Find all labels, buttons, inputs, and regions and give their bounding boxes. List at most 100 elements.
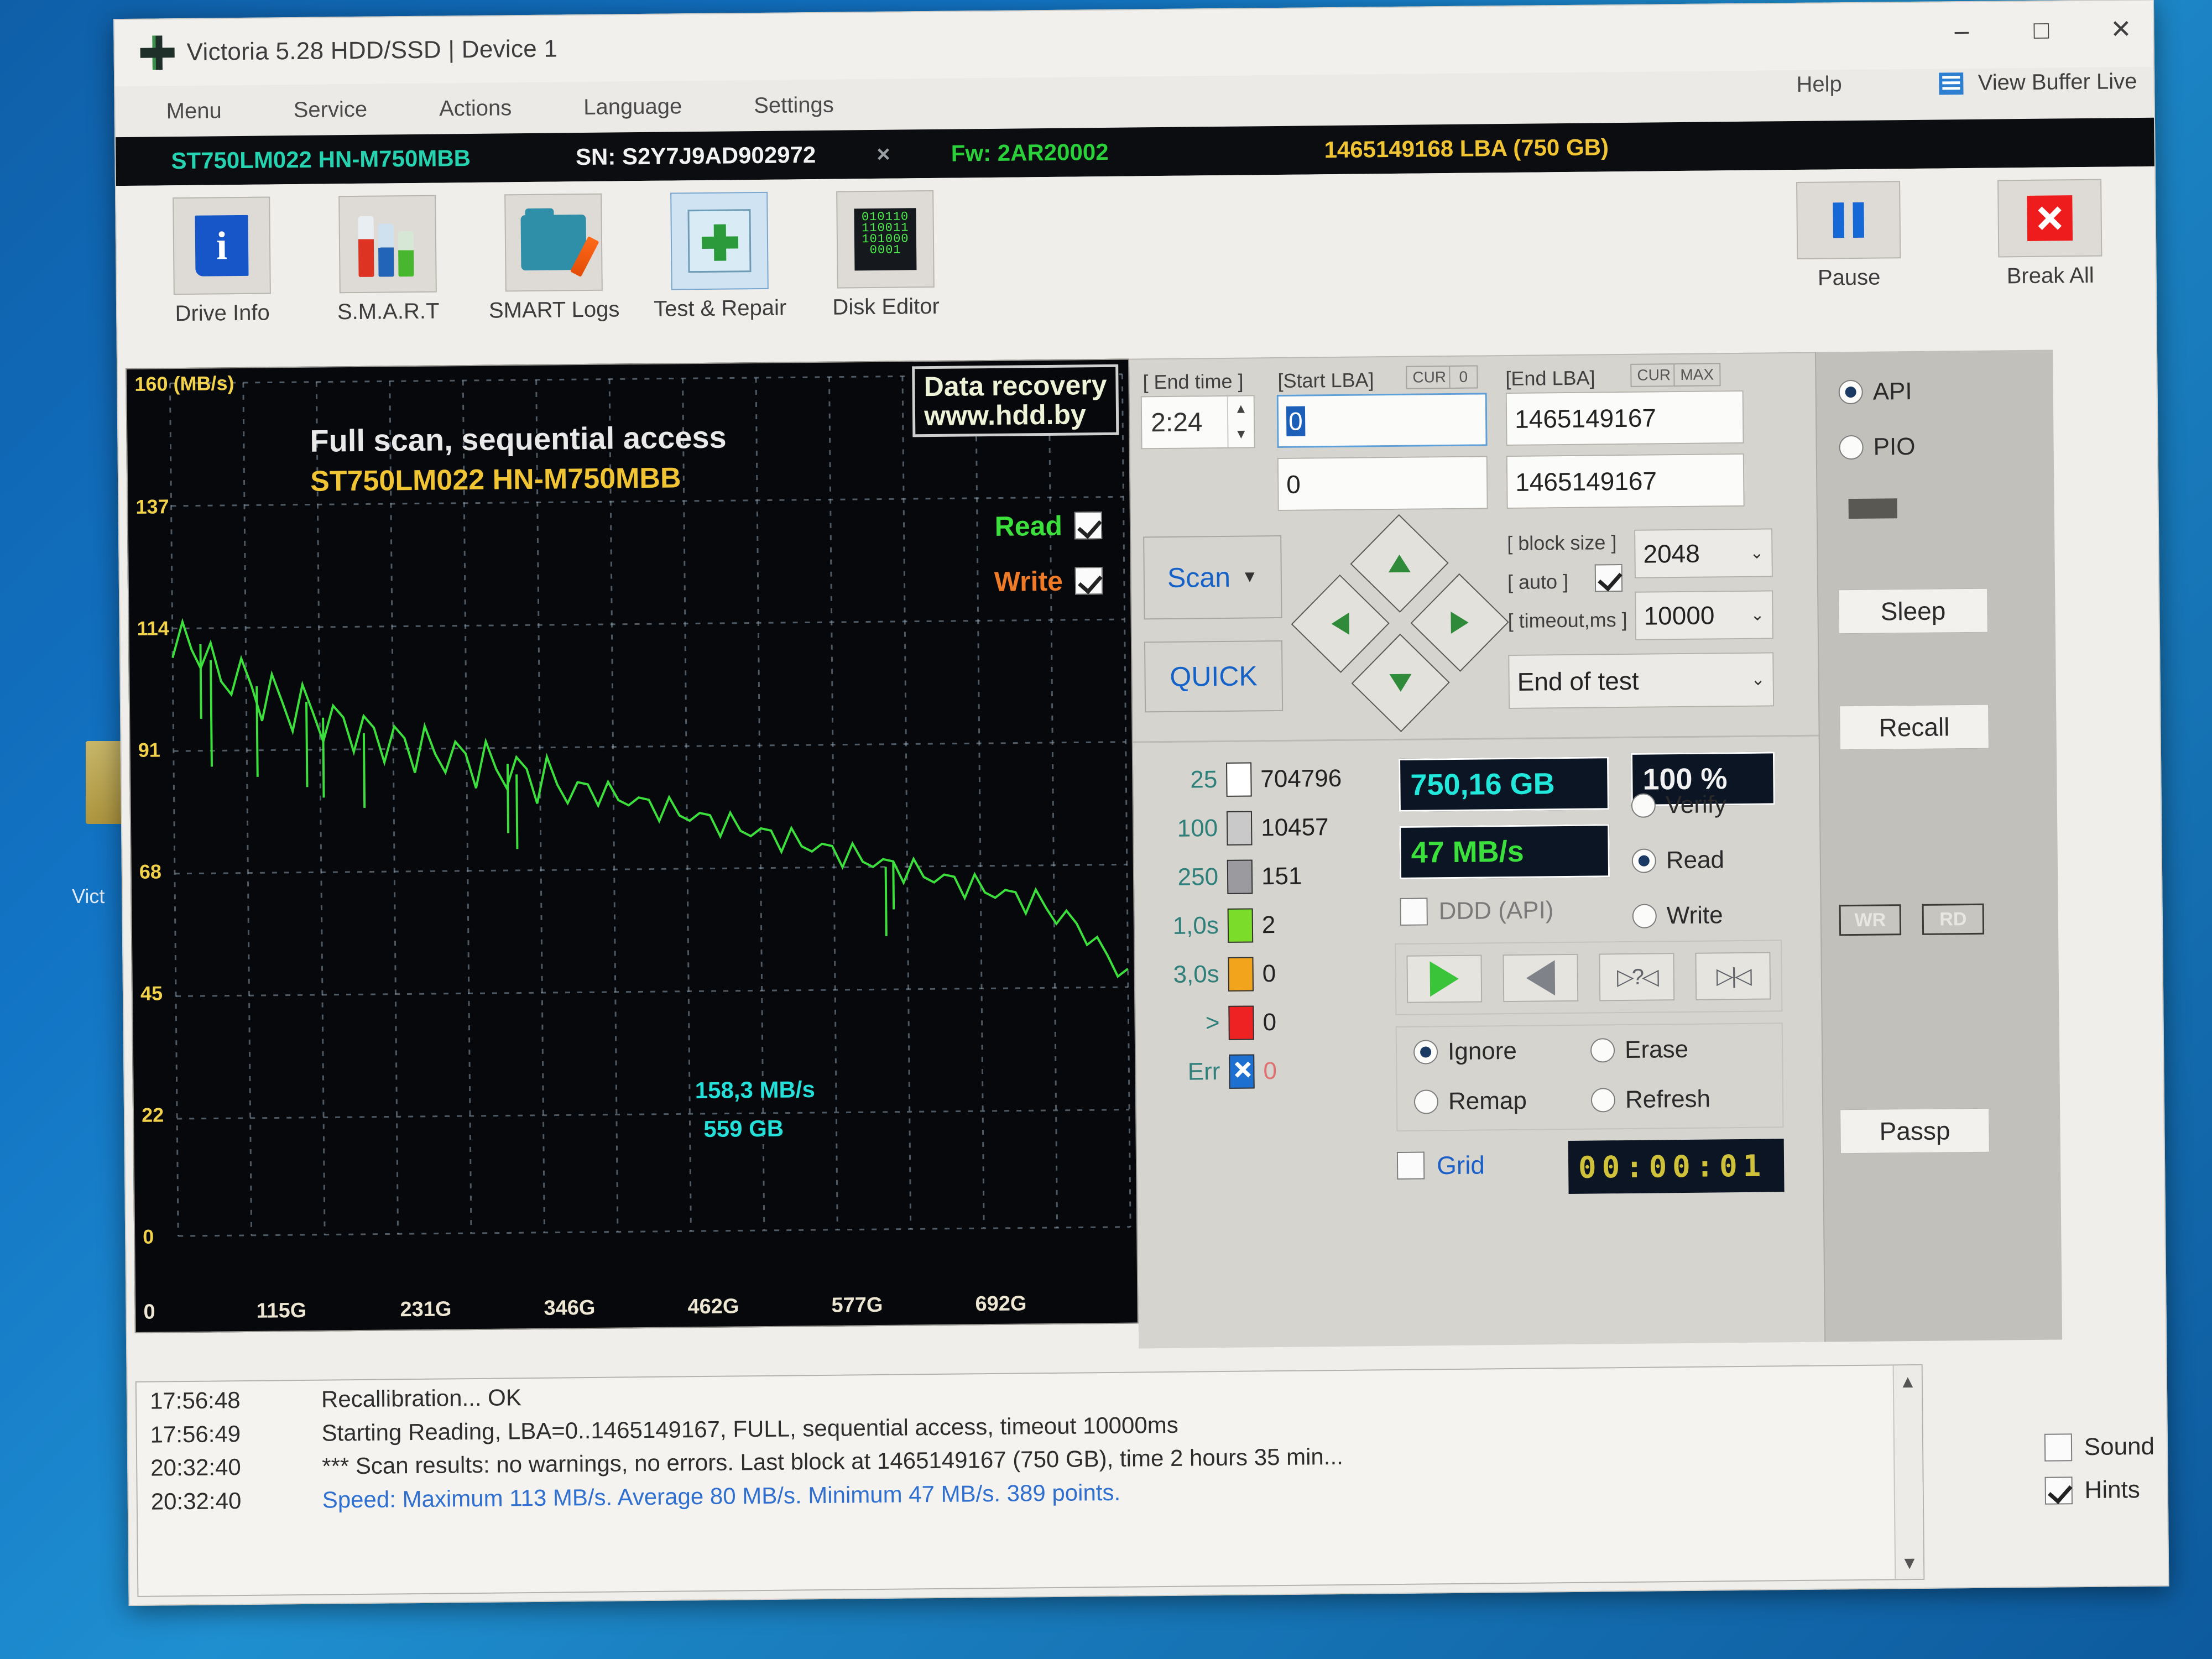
action-remap-label: Remap: [1448, 1087, 1527, 1115]
toolbar-button-smart[interactable]: S.M.A.R.T: [304, 195, 471, 325]
spinner-up-icon[interactable]: ▲: [1228, 396, 1254, 421]
sound-toggle-row[interactable]: Sound: [2044, 1433, 2155, 1462]
write-label: Write: [994, 565, 1063, 597]
scroll-down-icon[interactable]: ▼: [1896, 1549, 1923, 1577]
toolbar-label-test-repair: Test & Repair: [653, 295, 787, 321]
sound-label: Sound: [2084, 1432, 2155, 1461]
dpad-down-button[interactable]: [1351, 633, 1450, 732]
legend-key: 25: [1190, 766, 1218, 794]
recall-button[interactable]: Recall: [1839, 704, 1989, 750]
skip-end-button[interactable]: ▷|◁: [1695, 952, 1771, 1000]
toolbar-button-disk-editor[interactable]: 010110 110011 101000 0001 Disk Editor: [802, 190, 969, 320]
sleep-button[interactable]: Sleep: [1838, 588, 1988, 634]
menu-item-language[interactable]: Language: [583, 94, 682, 120]
legend-swatch: [1226, 762, 1252, 797]
pio-radio-row[interactable]: PIO: [1839, 433, 1916, 461]
toolbar-button-pause[interactable]: Pause: [1765, 181, 1932, 291]
dpad-right-button[interactable]: [1410, 573, 1509, 672]
scan-button[interactable]: Scan ▼: [1143, 535, 1282, 620]
maximize-button[interactable]: □: [2023, 14, 2059, 45]
passp-button[interactable]: Passp: [1840, 1108, 1990, 1154]
minimize-button[interactable]: –: [1944, 15, 1980, 46]
log-scrollbar[interactable]: ▲ ▼: [1892, 1365, 1924, 1579]
menu-item-settings[interactable]: Settings: [754, 92, 834, 118]
grid-checkbox[interactable]: [1396, 1151, 1425, 1180]
scroll-up-icon[interactable]: ▲: [1894, 1368, 1922, 1395]
api-radio[interactable]: [1838, 379, 1863, 405]
rewind-button[interactable]: [1503, 953, 1579, 1003]
view-buffer-live-link[interactable]: View Buffer Live: [1978, 69, 2137, 96]
seek-question-button[interactable]: ▷?◁: [1599, 953, 1675, 1001]
grid-toggle-row[interactable]: Grid: [1396, 1150, 1485, 1181]
toolbar-button-break-all[interactable]: Break All: [1966, 179, 2133, 289]
timeout-select[interactable]: 10000 ⌄: [1635, 590, 1773, 640]
hints-checkbox[interactable]: [2044, 1477, 2073, 1505]
dpad-left-button[interactable]: [1291, 574, 1390, 674]
end-time-spinner[interactable]: ▲ ▼: [1227, 396, 1254, 447]
main-toolbar: Drive Info S.M.A.R.T SMART Logs Test & R…: [116, 166, 2156, 369]
scan-graph[interactable]: 160 (MB/s) 137 114 91 68 45 22 0 0 115G …: [126, 358, 1139, 1333]
end-time-field[interactable]: 2:24 ▲ ▼: [1140, 395, 1255, 450]
hints-toggle-row[interactable]: Hints: [2044, 1476, 2155, 1505]
legend-count: 0: [1262, 1009, 1277, 1036]
write-checkbox[interactable]: [1074, 567, 1103, 595]
start-lba-zero-button[interactable]: 0: [1449, 365, 1478, 389]
menu-item-service[interactable]: Service: [294, 97, 368, 122]
start-lba-secondary-input[interactable]: 0: [1277, 456, 1488, 511]
legend-row: 100 10457: [1146, 810, 1395, 846]
write-toggle-row[interactable]: Write: [994, 565, 1103, 598]
menu-item-help[interactable]: Help: [1796, 72, 1842, 97]
read-checkbox[interactable]: [1074, 512, 1103, 540]
action-remap-row[interactable]: Remap: [1413, 1087, 1527, 1116]
pio-radio[interactable]: [1839, 435, 1864, 460]
footer-options: Sound Hints: [2044, 1433, 2156, 1520]
dpad-up-button[interactable]: [1350, 514, 1449, 613]
mode-verify-radio[interactable]: [1631, 793, 1656, 818]
end-lba-secondary-input[interactable]: 1465149167: [1506, 453, 1745, 509]
action-refresh-radio[interactable]: [1590, 1088, 1616, 1113]
action-ignore-radio[interactable]: [1413, 1040, 1438, 1065]
block-size-select[interactable]: 2048 ⌄: [1634, 528, 1773, 578]
ddd-api-checkbox[interactable]: [1400, 898, 1428, 926]
start-lba-cur-button[interactable]: CUR: [1406, 365, 1453, 389]
x-axis-tick-231g: 231G: [400, 1297, 452, 1322]
legend-row: 25 704796: [1145, 761, 1395, 797]
action-refresh-row[interactable]: Refresh: [1590, 1086, 1711, 1114]
action-erase-radio[interactable]: [1590, 1038, 1615, 1063]
end-of-test-select[interactable]: End of test ⌄: [1508, 652, 1775, 709]
y-axis-tick-68: 68: [139, 860, 162, 883]
close-button[interactable]: ✕: [2103, 14, 2139, 44]
chevron-down-icon: ▼: [1241, 567, 1258, 586]
mode-verify-radio-row[interactable]: Verify: [1631, 791, 1727, 820]
start-lba-input[interactable]: 0: [1276, 393, 1488, 448]
api-radio-row[interactable]: API: [1838, 378, 1912, 406]
navigation-dpad[interactable]: [1291, 514, 1509, 732]
quick-button[interactable]: QUICK: [1144, 640, 1284, 713]
spinner-down-icon[interactable]: ▼: [1228, 421, 1254, 447]
log-panel[interactable]: 17:56:48 Recallibration... OK 17:56:49 S…: [135, 1364, 1925, 1597]
end-lba-max-button[interactable]: MAX: [1673, 363, 1721, 387]
mode-write-radio-row[interactable]: Write: [1632, 901, 1723, 930]
action-ignore-row[interactable]: Ignore: [1413, 1037, 1517, 1066]
menu-item-actions[interactable]: Actions: [439, 96, 512, 121]
toolbar-button-drive-info[interactable]: Drive Info: [138, 196, 305, 327]
legend-row: Err 0: [1148, 1053, 1397, 1089]
ddd-api-row[interactable]: DDD (API): [1400, 896, 1554, 926]
end-lba-cur-button[interactable]: CUR: [1630, 363, 1678, 387]
toolbar-button-test-repair[interactable]: Test & Repair: [636, 191, 803, 322]
log-list: 17:56:48 Recallibration... OK 17:56:49 S…: [137, 1365, 1895, 1595]
auto-checkbox[interactable]: [1594, 564, 1623, 592]
end-lba-input[interactable]: 1465149167: [1505, 390, 1744, 446]
action-remap-radio[interactable]: [1413, 1089, 1439, 1114]
legend-count: 0: [1262, 960, 1276, 988]
mode-read-radio-row[interactable]: Read: [1631, 846, 1725, 875]
mode-read-radio[interactable]: [1631, 848, 1657, 873]
mode-write-radio[interactable]: [1632, 904, 1657, 928]
toolbar-button-smart-logs[interactable]: SMART Logs: [470, 193, 637, 324]
sound-checkbox[interactable]: [2044, 1433, 2073, 1462]
start-lba-input-value: 0: [1286, 406, 1306, 436]
action-erase-row[interactable]: Erase: [1590, 1036, 1688, 1065]
play-button[interactable]: [1406, 954, 1483, 1003]
menu-item-menu[interactable]: Menu: [166, 98, 221, 124]
read-toggle-row[interactable]: Read: [994, 509, 1103, 542]
